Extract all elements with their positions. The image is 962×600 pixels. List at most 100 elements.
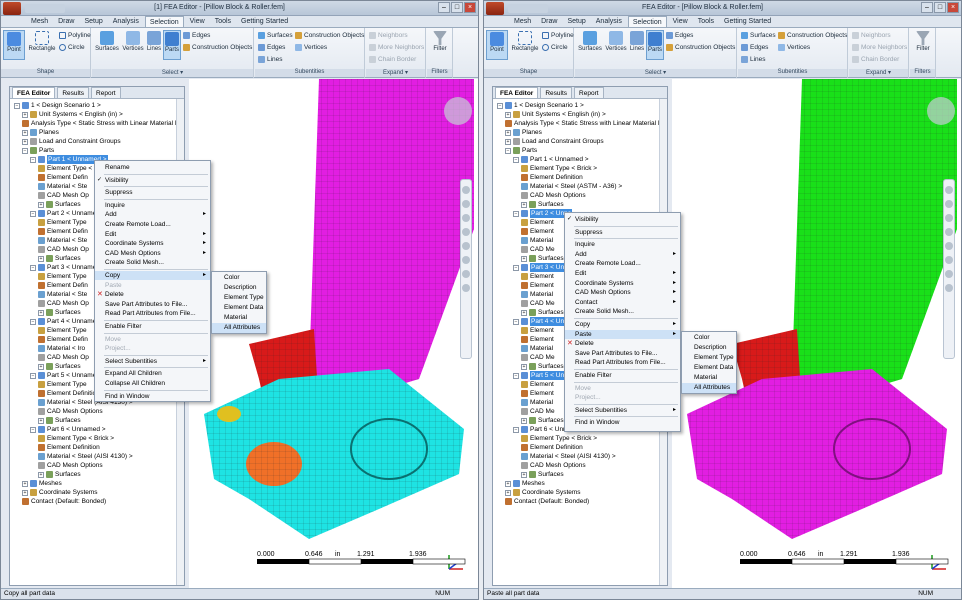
tree-node[interactable]: Element Defin <box>38 335 88 344</box>
menu-item-add[interactable]: Add <box>565 250 680 259</box>
tab-view[interactable]: View <box>669 16 692 27</box>
expand-toggle-icon[interactable]: − <box>497 102 503 109</box>
submenu-item-color[interactable]: Color <box>682 333 736 343</box>
tree-node[interactable]: Material < Steel (AISI 4130) > <box>38 452 133 461</box>
expand-toggle-icon[interactable]: − <box>30 426 36 433</box>
expand-toggle-icon[interactable]: + <box>505 138 511 145</box>
tree-node[interactable]: + Surfaces <box>521 200 564 209</box>
edges-select-button[interactable]: Edges <box>183 31 210 40</box>
close-button[interactable]: × <box>947 2 959 13</box>
expand-toggle-icon[interactable]: + <box>521 471 527 478</box>
tree-node[interactable]: − 1 < Design Scenario 1 > <box>14 101 101 110</box>
close-button[interactable]: × <box>464 2 476 13</box>
menu-item-visibility[interactable]: ✓ Visibility <box>565 215 680 224</box>
subentities-lines-button[interactable]: Lines <box>258 55 283 64</box>
tree-node[interactable]: − Part 1 < Unnamed > <box>513 155 589 164</box>
subentities-construction-objects-button[interactable]: Construction Objects <box>778 31 847 40</box>
tab-report[interactable]: Report <box>574 87 604 98</box>
tree-node[interactable]: + Surfaces <box>521 362 564 371</box>
tab-getting-started[interactable]: Getting Started <box>237 16 292 27</box>
tree-node[interactable]: CAD Me <box>521 353 555 362</box>
tree-node[interactable]: − Part 4 < Unnamed <box>30 317 100 326</box>
menu-item-select-subentities[interactable]: Select Subentities <box>95 357 210 366</box>
menu-item-paste[interactable]: Paste <box>565 329 680 339</box>
tree-node[interactable]: + Planes <box>505 128 542 137</box>
minimize-button[interactable]: – <box>921 2 933 13</box>
menu-item-save-part-attributes-to-file[interactable]: Save Part Attributes to File... <box>565 349 680 358</box>
tab-setup[interactable]: Setup <box>80 16 106 27</box>
tree-node[interactable]: Element Type < Brick > <box>521 434 597 443</box>
tree-node[interactable]: + Planes <box>22 128 59 137</box>
expand-toggle-icon[interactable]: + <box>505 129 511 136</box>
menu-item-copy[interactable]: Copy <box>565 320 680 329</box>
neighbors-button[interactable]: Neighbors <box>369 31 408 40</box>
tree-node[interactable]: Contact (Default: Bonded) <box>22 497 106 506</box>
tree-node[interactable]: − Parts <box>22 146 54 155</box>
tree-node[interactable]: Element Defin <box>38 281 88 290</box>
expand-toggle-icon[interactable]: − <box>30 156 36 163</box>
tree-node[interactable]: − Part 5 < Unnamed <box>30 371 100 380</box>
tab-analysis[interactable]: Analysis <box>109 16 143 27</box>
tree-node[interactable]: Element Type < Br <box>38 164 101 173</box>
expand-toggle-icon[interactable]: − <box>14 102 20 109</box>
submenu-item-element-type[interactable]: Element Type <box>682 353 736 363</box>
surfaces-select-button[interactable]: Surfaces <box>577 30 603 60</box>
menu-item-create-remote-load[interactable]: Create Remote Load... <box>95 220 210 229</box>
menu-item-rename[interactable]: Rename <box>95 163 210 172</box>
menu-item-paste[interactable]: Paste <box>95 281 210 290</box>
subentities-construction-objects-button[interactable]: Construction Objects <box>295 31 364 40</box>
tree-node[interactable]: CAD Me <box>521 245 555 254</box>
minimize-button[interactable]: – <box>438 2 450 13</box>
expand-toggle-icon[interactable]: − <box>513 372 519 379</box>
tab-mesh[interactable]: Mesh <box>27 16 52 27</box>
menu-item-create-solid-mesh[interactable]: Create Solid Mesh... <box>95 258 210 267</box>
tree-node[interactable]: Element Type <box>38 380 87 389</box>
tree-node[interactable]: − Part 6 < Unnamed > <box>30 425 106 434</box>
select-panel-label[interactable]: Select <box>575 69 736 77</box>
submenu-item-element-type[interactable]: Element Type <box>212 293 266 303</box>
tree-node[interactable]: Element <box>521 272 554 281</box>
surfaces-select-button[interactable]: Surfaces <box>94 30 120 60</box>
tree-node[interactable]: CAD Mesh Options <box>521 191 586 200</box>
tree-node[interactable]: Element Type <box>38 326 87 335</box>
expand-toggle-icon[interactable]: − <box>30 210 36 217</box>
submenu-item-all-attributes[interactable]: All Attributes <box>682 383 736 393</box>
tree-node[interactable]: Element Definition <box>38 443 100 452</box>
menu-item-select-subentities[interactable]: Select Subentities <box>565 406 680 415</box>
expand-toggle-icon[interactable]: − <box>513 318 519 325</box>
submenu-item-color[interactable]: Color <box>212 273 266 283</box>
expand-toggle-icon[interactable]: + <box>38 309 44 316</box>
menu-item-copy[interactable]: Copy <box>95 271 210 280</box>
menu-item-project[interactable]: Project... <box>95 344 210 353</box>
submenu-item-description[interactable]: Description <box>682 343 736 353</box>
expand-toggle-icon[interactable]: + <box>22 129 28 136</box>
menu-item-project[interactable]: Project... <box>565 393 680 402</box>
tab-setup[interactable]: Setup <box>563 16 589 27</box>
expand-toggle-icon[interactable]: + <box>22 489 28 496</box>
subentities-surfaces-button[interactable]: Surfaces <box>741 31 776 40</box>
navigation-bar[interactable] <box>943 179 955 359</box>
tree-node[interactable]: − Part 2 < Unnamed <box>30 209 100 218</box>
vertices-select-button[interactable]: Vertices <box>604 30 628 60</box>
tree-node[interactable]: Element Type <box>38 218 87 227</box>
rectangle-button[interactable]: Rectangle <box>510 30 540 60</box>
point-button[interactable]: Point <box>3 30 25 60</box>
tab-draw[interactable]: Draw <box>54 16 78 27</box>
more-neighbors-button[interactable]: More Neighbors <box>369 43 424 52</box>
tab-results[interactable]: Results <box>540 87 573 98</box>
tree-node[interactable]: CAD Me <box>521 407 555 416</box>
edges-select-button[interactable]: Edges <box>666 31 693 40</box>
viewcube[interactable] <box>444 97 472 125</box>
subentities-vertices-button[interactable]: Vertices <box>778 43 810 52</box>
tree-node[interactable]: Material < Ste <box>38 290 87 299</box>
expand-toggle-icon[interactable]: − <box>22 147 28 154</box>
menu-item-collapse-all-children[interactable]: Collapse All Children <box>95 379 210 388</box>
tree-node[interactable]: CAD Me <box>521 299 555 308</box>
tree-node[interactable]: − Parts <box>505 146 537 155</box>
submenu-item-element-data[interactable]: Element Data <box>212 303 266 313</box>
viewcube[interactable] <box>927 97 955 125</box>
menu-item-delete[interactable]: ✕ Delete <box>95 290 210 299</box>
tree-node[interactable]: + Unit Systems < English (in) > <box>505 110 606 119</box>
tree-node[interactable]: Material < Ste <box>38 236 87 245</box>
menu-item-create-solid-mesh[interactable]: Create Solid Mesh... <box>565 307 680 316</box>
